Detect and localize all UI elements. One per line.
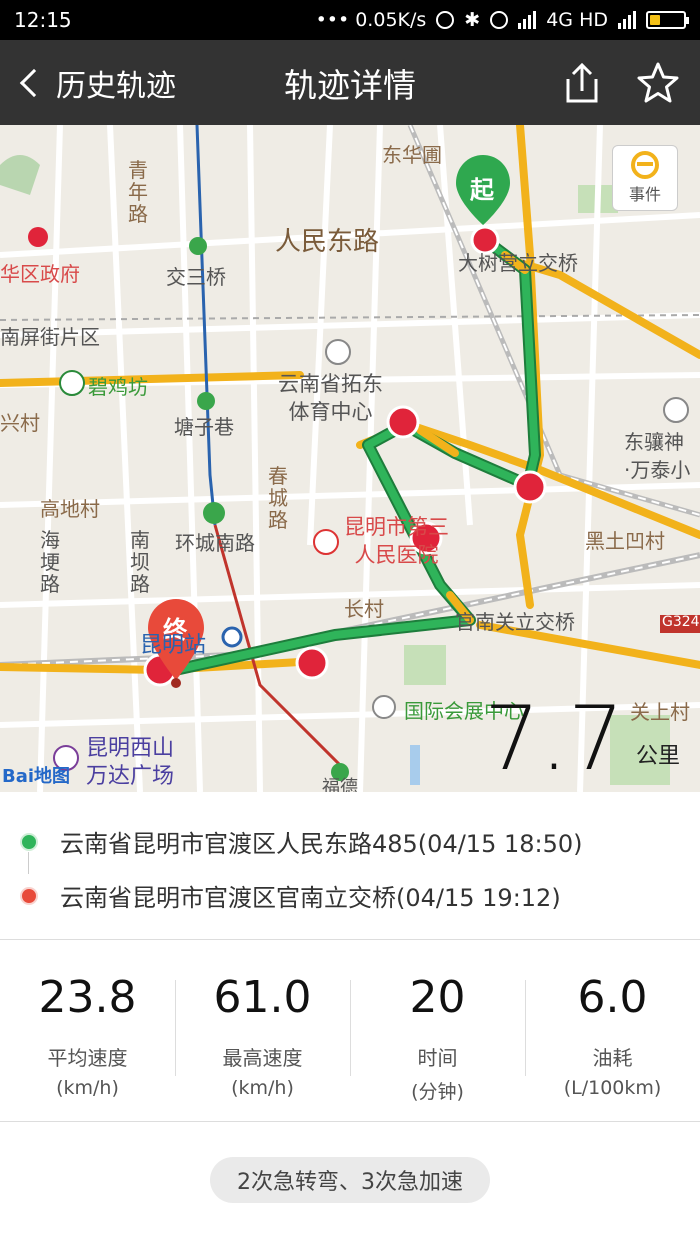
events-summary-button[interactable]: 2次急转弯、3次急加速 [210, 1157, 490, 1203]
start-address: 云南省昆明市官渡区人民东路485(04/15 18:50) [60, 830, 583, 858]
end-address-row: 云南省昆明市官渡区官南立交桥(04/15 19:12) [20, 878, 561, 913]
map-label: 华区政府 [0, 262, 80, 286]
stat-value: 61.0 [213, 972, 312, 1023]
steering-wheel-icon [631, 151, 659, 179]
map-label: 云南省拓东 体育中心 [278, 372, 383, 424]
map-label: 大树营立交桥 [458, 251, 578, 275]
map-label: 春城路 [268, 464, 288, 532]
map-label: 塘子巷 [174, 415, 234, 439]
stat-max-speed: 61.0 最高速度 (km/h) [175, 940, 350, 1121]
stat-fuel: 6.0 油耗 (L/100km) [525, 940, 700, 1121]
stat-duration: 20 时间 (分钟) [350, 940, 525, 1121]
map-label: G324 [662, 614, 700, 630]
stat-label: 时间 [417, 1046, 458, 1070]
distance-readout: 7.7 公里 [484, 686, 680, 790]
map-label: 海埂路 [40, 528, 60, 596]
map-label: 昆明市第三 人民医院 [344, 515, 449, 567]
map-label: 碧鸡坊 [88, 375, 148, 399]
status-time: 12:15 [14, 8, 72, 32]
route-map[interactable]: 起 终 东华圃 人民东路 青年路 交三桥 华区政府 南屏街片区 碧鸡坊 兴村 塘… [0, 125, 700, 792]
alarm-icon [490, 11, 509, 29]
map-label: 黑土凹村 [585, 529, 665, 553]
start-dot-icon [20, 832, 38, 851]
signal-icon [518, 11, 537, 29]
stat-unit: (km/h) [56, 1077, 119, 1099]
event-button[interactable]: 事件 [612, 145, 678, 211]
stat-label: 最高速度 [222, 1046, 303, 1070]
network-type: 4G HD [546, 9, 608, 31]
battery-icon [646, 11, 689, 29]
map-label: 昆明西山 万达广场 [86, 736, 175, 789]
map-label: 东骧神 ·万泰小 [624, 430, 691, 482]
signal-icon-2 [618, 11, 636, 29]
stat-value: 20 [409, 972, 466, 1023]
end-address: 云南省昆明市官渡区官南立交桥(04/15 19:12) [60, 884, 561, 912]
map-label: 南屏街片区 [0, 325, 100, 349]
start-marker[interactable]: 起 [470, 170, 494, 205]
map-label: 环城南路 [175, 531, 255, 555]
app-header: 历史轨迹 轨迹详情 [0, 40, 700, 125]
stat-value: 23.8 [38, 972, 137, 1023]
end-dot-icon [20, 886, 38, 905]
map-label: 交三桥 [166, 265, 226, 289]
hotspot-icon [436, 11, 455, 29]
network-speed: ••• 0.05K/s [315, 9, 427, 31]
bluetooth-icon: ✱ [464, 9, 481, 31]
back-label: 历史轨迹 [56, 68, 176, 104]
map-label: 兴村 [0, 411, 40, 435]
distance-unit: 公里 [635, 744, 680, 769]
route-addresses: 云南省昆明市官渡区人民东路485(04/15 18:50) 云南省昆明市官渡区官… [0, 792, 700, 940]
share-icon[interactable] [564, 61, 600, 105]
trip-stats: 23.8 平均速度 (km/h) 61.0 最高速度 (km/h) 20 时间 … [0, 940, 700, 1122]
back-button[interactable]: 历史轨迹 [0, 61, 176, 105]
baidu-logo: Bai地图 [2, 766, 71, 787]
stat-label: 油耗 [592, 1046, 633, 1070]
footer: 2次急转弯、3次急加速 [0, 1122, 700, 1244]
stat-value: 6.0 [577, 972, 648, 1023]
map-label: 东华圃 [382, 143, 442, 167]
start-address-row: 云南省昆明市官渡区人民东路485(04/15 18:50) [20, 824, 583, 859]
map-label: 高地村 [40, 497, 100, 521]
chevron-left-icon [19, 68, 49, 97]
map-label: 人民东路 [275, 227, 380, 257]
stat-label: 平均速度 [47, 1046, 128, 1070]
map-label: 官南关立交桥 [455, 610, 575, 634]
distance-value: 7.7 [484, 686, 624, 790]
map-label: 福德 [322, 777, 358, 792]
stat-avg-speed: 23.8 平均速度 (km/h) [0, 940, 175, 1121]
map-label: 青年路 [128, 158, 148, 226]
map-label: 南坝路 [130, 528, 150, 596]
map-label: 长村 [344, 597, 384, 621]
star-icon[interactable] [636, 61, 680, 105]
stat-unit: (分钟) [411, 1081, 464, 1103]
event-button-label: 事件 [628, 185, 661, 204]
map-label: 昆明站 [140, 633, 207, 658]
status-bar: 12:15 ••• 0.05K/s ✱ 4G HD [0, 0, 700, 40]
stat-unit: (L/100km) [563, 1077, 662, 1099]
stat-unit: (km/h) [231, 1077, 294, 1099]
